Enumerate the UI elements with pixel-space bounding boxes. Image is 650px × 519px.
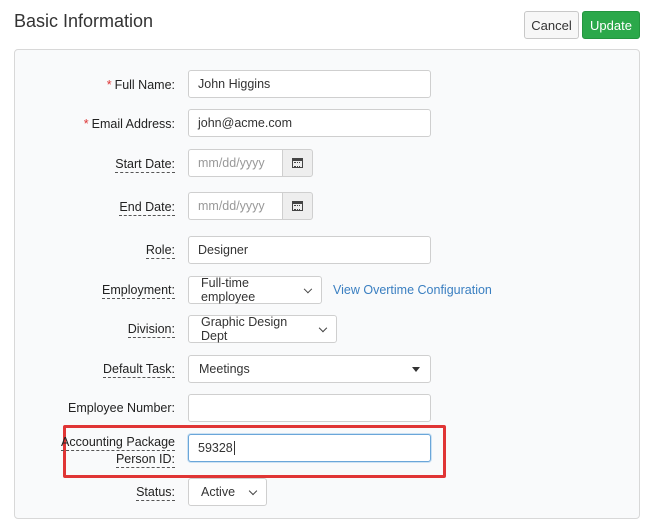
- employment-label: Employment:: [102, 283, 175, 299]
- text-cursor: [233, 441, 235, 455]
- start-date-label: Start Date:: [115, 157, 175, 173]
- role-label: Role:: [145, 243, 175, 259]
- chevron-down-icon: [248, 486, 258, 495]
- full-name-input[interactable]: John Higgins: [188, 70, 431, 98]
- full-name-label: * Full Name:: [106, 78, 175, 92]
- start-date-input[interactable]: mm/dd/yyyy: [188, 149, 282, 177]
- role-input[interactable]: Designer: [188, 236, 431, 264]
- start-date-calendar-button[interactable]: [282, 149, 313, 177]
- employment-select[interactable]: Full-time employee: [188, 276, 322, 304]
- division-select[interactable]: Graphic Design Dept: [188, 315, 337, 343]
- employee-number-input[interactable]: [188, 394, 431, 422]
- end-date-label: End Date:: [119, 200, 175, 216]
- default-task-value: Meetings: [199, 362, 250, 376]
- required-marker: *: [83, 117, 89, 131]
- end-date-input[interactable]: mm/dd/yyyy: [188, 192, 282, 220]
- chevron-down-icon: [304, 284, 313, 293]
- email-input[interactable]: john@acme.com: [188, 109, 431, 137]
- cancel-button[interactable]: Cancel: [524, 11, 579, 39]
- employee-number-label: Employee Number:: [68, 401, 175, 415]
- end-date-calendar-button[interactable]: [282, 192, 313, 220]
- caret-down-icon: [412, 366, 420, 372]
- page-title: Basic Information: [14, 11, 154, 31]
- default-task-label: Default Task:: [102, 362, 175, 378]
- status-value: Active: [201, 485, 236, 499]
- chevron-down-icon: [318, 323, 328, 332]
- status-label: Status:: [136, 485, 175, 501]
- accounting-package-person-id-label: Accounting Package Person ID:: [61, 435, 175, 468]
- accounting-package-person-id-input[interactable]: 59328: [188, 434, 431, 462]
- division-label: Division:: [127, 322, 175, 338]
- division-value: Graphic Design Dept: [201, 315, 288, 343]
- email-label: * Email Address:: [83, 117, 175, 131]
- end-date-picker: mm/dd/yyyy: [188, 192, 313, 220]
- calendar-icon: [292, 201, 303, 211]
- employment-value: Full-time employee: [201, 276, 256, 304]
- view-overtime-configuration-link[interactable]: View Overtime Configuration: [333, 283, 492, 297]
- start-date-picker: mm/dd/yyyy: [188, 149, 313, 177]
- calendar-icon: [292, 158, 303, 168]
- update-button[interactable]: Update: [582, 11, 640, 39]
- default-task-select[interactable]: Meetings: [188, 355, 431, 383]
- required-marker: *: [106, 78, 112, 92]
- status-select[interactable]: Active: [188, 478, 267, 506]
